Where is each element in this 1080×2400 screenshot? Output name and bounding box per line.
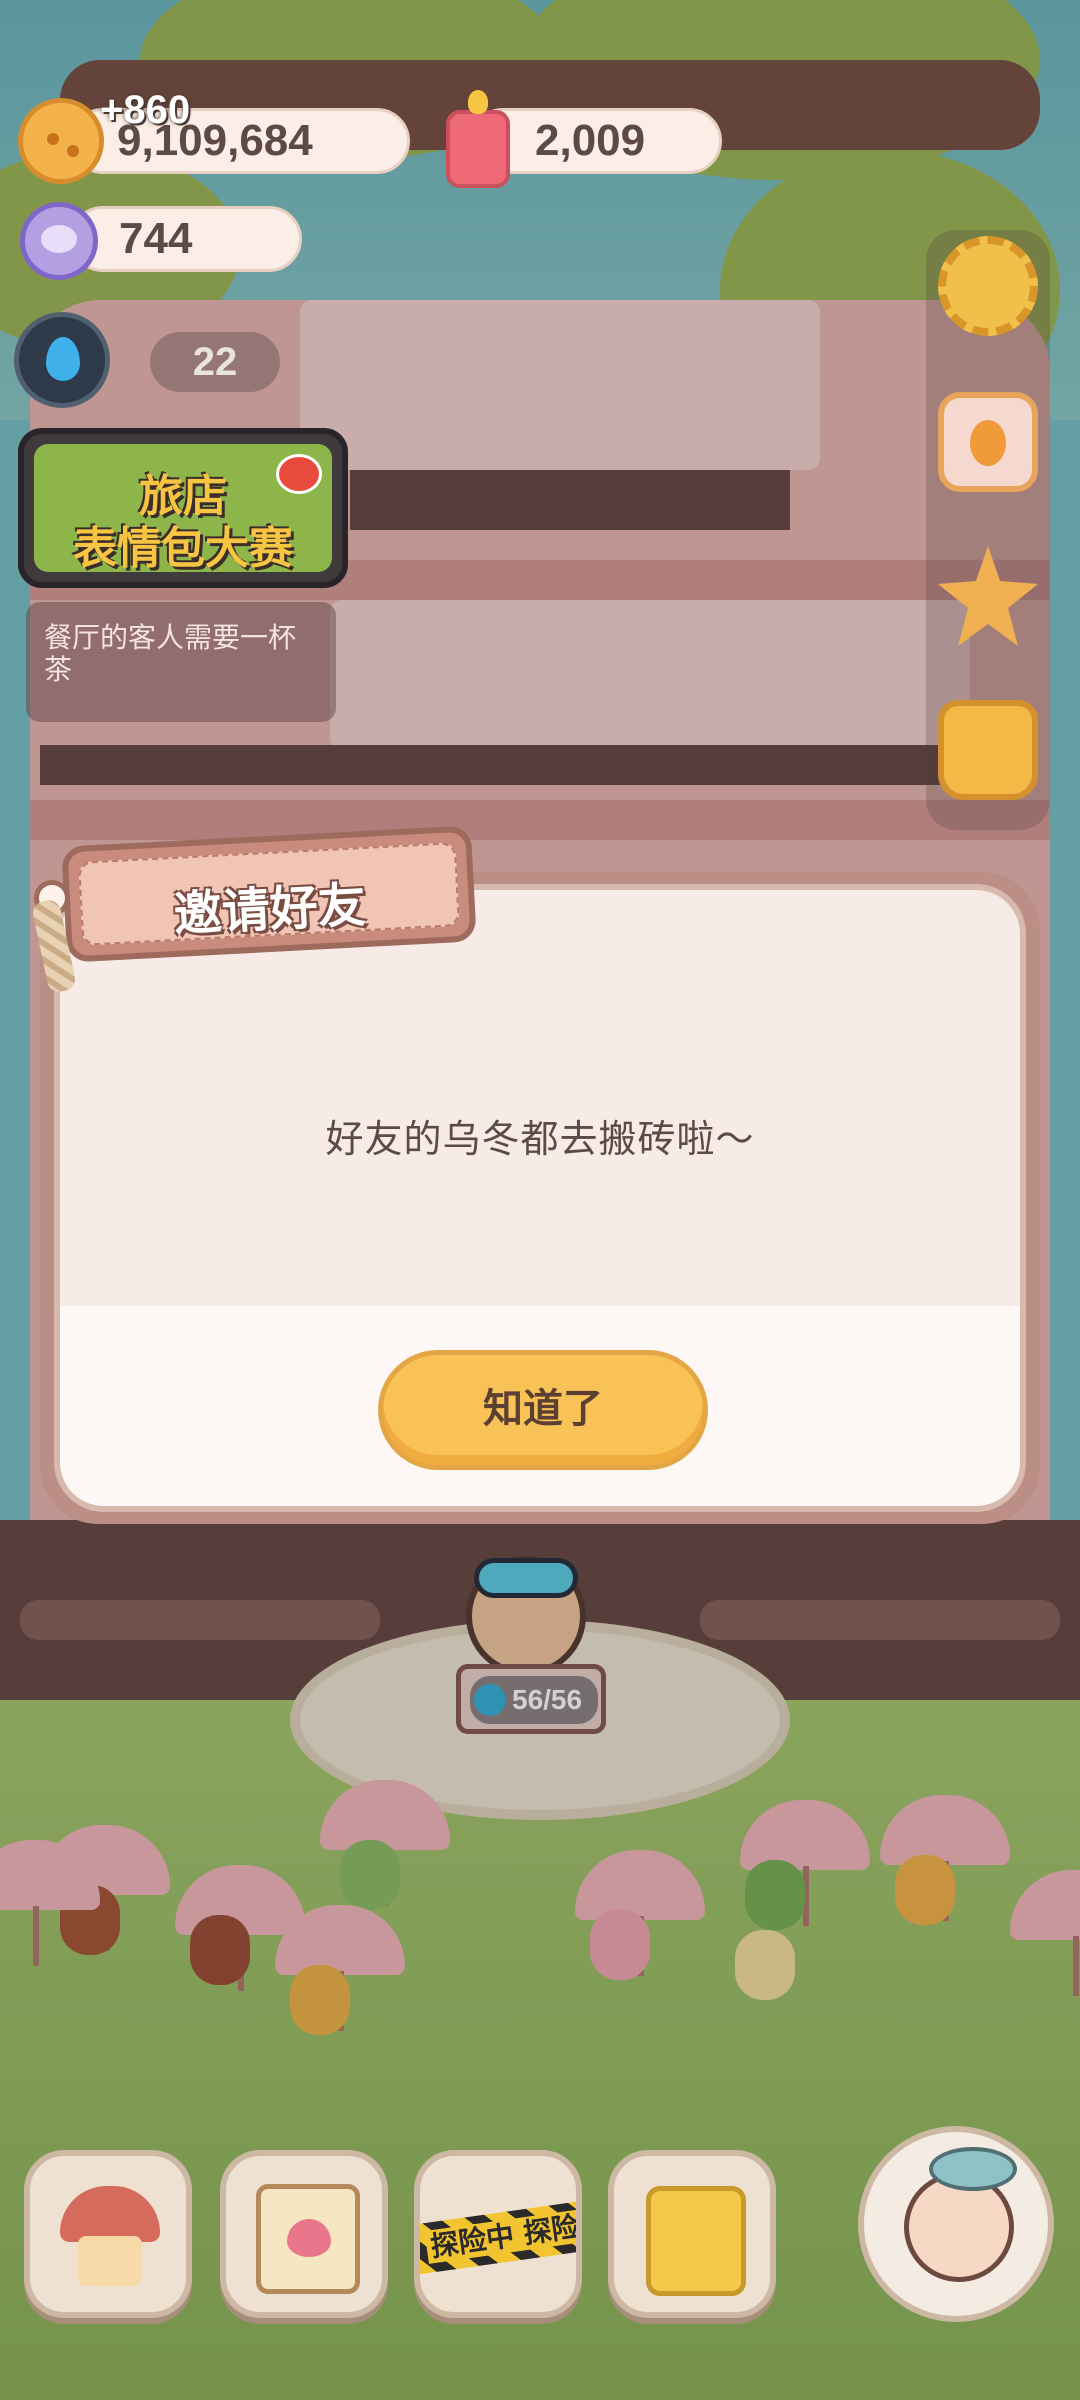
postcard-icon[interactable] (938, 392, 1038, 492)
guest-count: 22 (150, 332, 280, 392)
coin-gain: +860 (100, 88, 191, 132)
event-title-line2: 表情包大赛 (73, 523, 293, 574)
gem-value: 744 (119, 214, 193, 263)
invite-friends-dialog: 好友的乌冬都去搬砖啦～ 知道了 (54, 884, 1026, 1512)
gem-counter[interactable]: 744 (70, 206, 302, 272)
dialog-title: 邀请好友 (172, 876, 368, 943)
house-roof (60, 2186, 160, 2242)
weibo-icon (276, 454, 322, 494)
event-banner[interactable]: 旅店 表情包大赛 (18, 428, 348, 588)
event-banner-panel: 旅店 表情包大赛 (34, 444, 332, 574)
water-button[interactable] (14, 312, 110, 408)
nav-explore-button[interactable]: 探险中 探险 (414, 2150, 582, 2318)
dialog-message: 好友的乌冬都去搬砖啦～ (325, 1117, 755, 1161)
backpack-icon[interactable] (938, 700, 1038, 800)
house-wall (78, 2236, 142, 2286)
task-tip[interactable]: 餐厅的客人需要一杯茶 (26, 602, 336, 722)
shop-bag-icon (646, 2186, 746, 2296)
dialog-perforation (60, 1298, 1020, 1314)
mushroom-house-icon (60, 2186, 160, 2286)
candle-value: 2,009 (535, 116, 646, 165)
nav-home-button[interactable] (24, 2150, 192, 2318)
nav-notebook-button[interactable] (220, 2150, 388, 2318)
water-drop-icon (46, 337, 80, 381)
dialog-title-tag-inner: 邀请好友 (78, 842, 460, 946)
explore-status-label: 探险中 探险 (424, 2209, 576, 2264)
nav-shop-button[interactable] (608, 2150, 776, 2318)
gear-icon[interactable] (938, 236, 1038, 336)
gem-icon (20, 202, 98, 280)
nav-character-button[interactable] (858, 2126, 1054, 2322)
notebook-heart-icon (256, 2184, 360, 2294)
dialog-title-tag: 邀请好友 (61, 825, 477, 963)
candle-icon (446, 90, 510, 188)
fish-character-icon (904, 2147, 1017, 2282)
got-it-button[interactable]: 知道了 (378, 1350, 708, 1470)
exploring-tape-icon: 探险中 探险 (420, 2199, 576, 2275)
cookie-coin-icon (18, 98, 104, 184)
